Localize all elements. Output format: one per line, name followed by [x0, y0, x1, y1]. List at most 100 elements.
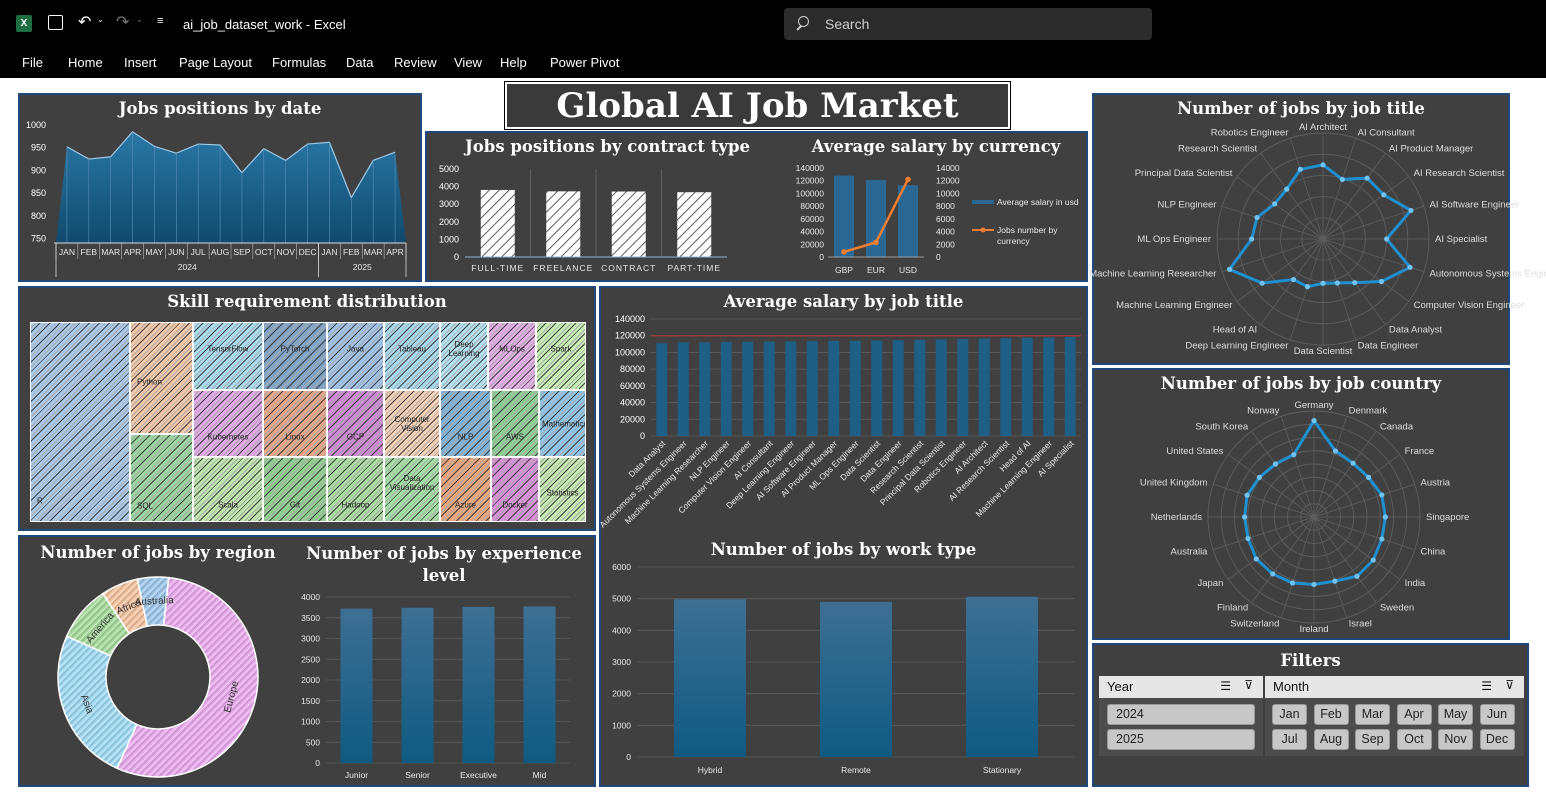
slicer-year-2025[interactable]: 2025 [1107, 729, 1255, 750]
radar-spoke [1322, 138, 1357, 240]
slicer-month-jan[interactable]: Jan [1272, 704, 1307, 725]
search-icon-handle [796, 25, 802, 31]
y-tick-label: 1000 [26, 120, 46, 130]
clear-filter-icon[interactable]: ⊽ [1505, 678, 1514, 692]
treemap-label: Java [347, 344, 364, 354]
slicer-month-dec[interactable]: Dec [1479, 729, 1515, 750]
bar [1000, 338, 1012, 436]
slicer-month-sep[interactable]: Sep [1355, 729, 1390, 750]
title-separator: - [305, 17, 311, 32]
radar-point [1408, 207, 1414, 214]
slicer-month-aug[interactable]: Aug [1313, 729, 1349, 750]
slicer-year-2024[interactable]: 2024 [1107, 704, 1255, 725]
slicer-month-jun[interactable]: Jun [1479, 704, 1515, 725]
radar-axis-label: AI Specialist [1435, 234, 1488, 245]
treemap-cell-spark: Spark [536, 322, 586, 390]
panel-worktype: Number of jobs by work type 6000 5000 4000… [599, 532, 1088, 787]
y2-tick-label: 8000 [936, 201, 955, 211]
save-icon[interactable] [48, 15, 63, 30]
bar [677, 342, 689, 436]
experience-bar-chart: 4000 3500 3000 2500 2000 1500 1000 500 0 Junior Se… [301, 592, 570, 780]
tab-review[interactable]: Review [394, 55, 437, 70]
radar-spoke [1322, 153, 1386, 240]
treemap-cell-tensorflow: TensorFlow [193, 322, 263, 390]
radar-point [1354, 573, 1360, 579]
treemap-label: MLOps [499, 344, 525, 354]
y2-tick-label: 6000 [936, 214, 955, 224]
search-input[interactable]: Search [784, 8, 1152, 40]
radar-point [1253, 556, 1259, 562]
worktype-bar-chart: 6000 5000 4000 3000 2000 1000 0 Hybrid Remote Sta… [612, 562, 1075, 775]
radar-axis-label: Denmark [1349, 405, 1388, 416]
y-tick-label: 3000 [612, 657, 631, 667]
tab-power-pivot[interactable]: Power Pivot [550, 55, 619, 70]
panel-skills: Skill requirement distribution R Python SQ… [18, 286, 596, 531]
y-tick-label: 3000 [439, 199, 459, 209]
bar [849, 340, 861, 436]
treemap-cell-mathematics: Mathematics [539, 390, 586, 457]
slicer-month-mar[interactable]: Mar [1355, 704, 1390, 725]
radar-axis-label: Austria [1421, 477, 1451, 488]
x-tick-label: JUN [168, 247, 185, 257]
slicer-month-nov[interactable]: Nov [1438, 729, 1473, 750]
radar-point [1384, 236, 1390, 242]
x-tick-label: USD [899, 265, 917, 275]
tab-file[interactable]: File [22, 55, 43, 70]
y-tick-label: 1000 [612, 720, 631, 730]
radar-axis-label: AI Architect [1299, 122, 1347, 133]
treemap-cell-mlops: MLOps [488, 322, 536, 390]
tab-data[interactable]: Data [346, 55, 373, 70]
y-tick-label: 120000 [796, 176, 825, 186]
radar-point [1379, 536, 1385, 542]
slicer-month-apr[interactable]: Apr [1396, 704, 1432, 725]
treemap-cell-python: Python [130, 322, 193, 434]
radar-point [1291, 452, 1297, 458]
slicer-month-feb[interactable]: Feb [1313, 704, 1349, 725]
slicer-month-jul[interactable]: Jul [1272, 729, 1307, 750]
undo-icon[interactable]: ↶ [78, 12, 91, 32]
slicer-month-oct[interactable]: Oct [1396, 729, 1432, 750]
customize-toolbar-icon[interactable]: ≡ [157, 15, 163, 27]
salary-by-title-chart: 140000120000100000800006000040000200000D… [597, 314, 1081, 530]
bar [828, 340, 840, 436]
tab-view[interactable]: View [454, 55, 482, 70]
slicer-month-may[interactable]: May [1438, 704, 1473, 725]
x-tick-label: EUR [867, 265, 885, 275]
radar-axis-label: China [1421, 547, 1447, 558]
tab-home[interactable]: Home [68, 55, 103, 70]
x-tick-label: Hybrid [698, 765, 723, 775]
radar-axis-label: Ireland [1299, 624, 1328, 635]
radar-point [1254, 214, 1260, 221]
job-title-radar-chart: AI Architect AI Consultant AI Product Mana… [1089, 122, 1546, 357]
treemap-cell-linux: Linux [263, 390, 327, 457]
tab-help[interactable]: Help [500, 55, 527, 70]
y-tick-label: 0 [315, 758, 320, 768]
tab-formulas[interactable]: Formulas [272, 55, 326, 70]
y-tick-label: 2000 [612, 689, 631, 699]
bar [611, 191, 646, 257]
clear-filter-icon[interactable]: ⊽ [1244, 678, 1253, 692]
tab-page-layout[interactable]: Page Layout [179, 55, 252, 70]
panel-currency: Average salary by currency 140000 120000 1… [786, 131, 1088, 282]
treemap-cell-azure: Azure [440, 457, 491, 522]
bar [656, 343, 668, 436]
radar-axis-label: Computer Vision Engineer [1414, 300, 1525, 311]
y-tick-label: 0 [640, 431, 645, 441]
radar-axis-label: Singapore [1426, 512, 1469, 523]
radar-axis-label: India [1405, 578, 1426, 589]
panel-salary-title: Average salary by job title 140000 120000… [597, 286, 1088, 535]
multi-select-icon[interactable]: ☰ [1220, 679, 1231, 693]
tab-insert[interactable]: Insert [124, 55, 157, 70]
panel-contract: Jobs positions by contract type 5000 4000… [425, 131, 788, 282]
y-tick-label: 0 [454, 252, 459, 262]
radar-axis-label: Data Engineer [1358, 341, 1419, 352]
legend-salary-label: Average salary in usd [997, 197, 1079, 207]
salary-bar [834, 175, 854, 257]
redo-icon[interactable]: ↷ [116, 12, 129, 32]
undo-dropdown-icon[interactable]: ⌄ [97, 15, 104, 24]
redo-dropdown-icon[interactable]: ⌄ [136, 15, 143, 24]
radar-axis-label: Israel [1349, 619, 1372, 630]
radar-point [1370, 557, 1376, 563]
x-tick-label: AUG [211, 247, 229, 257]
multi-select-icon[interactable]: ☰ [1481, 679, 1492, 693]
